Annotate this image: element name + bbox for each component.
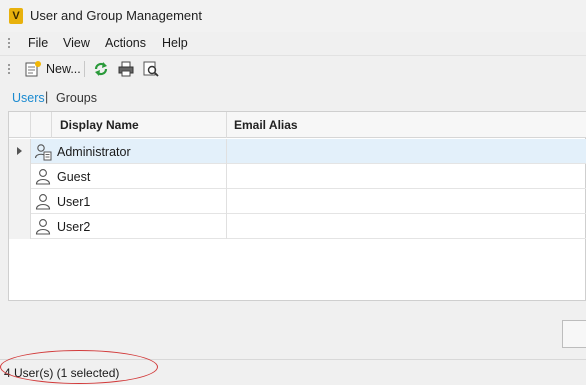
table-row[interactable]: Guest bbox=[9, 164, 586, 189]
table-row[interactable]: User1 bbox=[9, 189, 586, 214]
toolbar-divider bbox=[84, 61, 85, 77]
cell-divider bbox=[226, 164, 227, 189]
print-preview-icon bbox=[143, 61, 159, 77]
dialog-button[interactable] bbox=[562, 320, 586, 348]
table-row[interactable]: User2 bbox=[9, 214, 586, 239]
print-button[interactable] bbox=[117, 59, 135, 79]
grid-header: Display Name Email Alias bbox=[9, 112, 586, 138]
row-display-name: Administrator bbox=[57, 145, 131, 159]
refresh-button[interactable] bbox=[92, 59, 110, 79]
user-icon bbox=[35, 169, 51, 185]
row-display-name: User2 bbox=[57, 220, 91, 234]
row-indicator bbox=[9, 214, 31, 239]
new-button[interactable]: New... bbox=[24, 59, 81, 79]
tab-users[interactable]: Users bbox=[12, 91, 45, 105]
new-icon bbox=[25, 61, 41, 77]
menu-help[interactable]: Help bbox=[162, 36, 188, 50]
users-grid: Display Name Email Alias Administrator G… bbox=[8, 111, 586, 301]
refresh-icon bbox=[94, 62, 108, 76]
title-bar: V User and Group Management bbox=[0, 0, 586, 32]
row-indicator bbox=[9, 139, 31, 164]
tab-groups[interactable]: Groups bbox=[56, 91, 97, 105]
menu-actions[interactable]: Actions bbox=[105, 36, 146, 50]
menu-grip-icon bbox=[8, 38, 10, 48]
user-icon bbox=[35, 219, 51, 235]
table-row[interactable]: Administrator bbox=[9, 139, 586, 164]
window-title: User and Group Management bbox=[30, 8, 202, 23]
icon-column-header bbox=[31, 112, 52, 138]
print-preview-button[interactable] bbox=[142, 59, 160, 79]
print-icon bbox=[118, 61, 134, 77]
toolbar-grip-icon bbox=[8, 64, 10, 74]
toolbar: New... bbox=[0, 55, 586, 81]
row-display-name: User1 bbox=[57, 195, 91, 209]
menu-file[interactable]: File bbox=[28, 36, 48, 50]
tab-separator: | bbox=[45, 90, 49, 104]
new-button-label: New... bbox=[46, 62, 81, 76]
menu-bar: File View Actions Help bbox=[0, 32, 586, 54]
menu-view[interactable]: View bbox=[63, 36, 90, 50]
user-icon bbox=[35, 194, 51, 210]
column-header-email-alias[interactable]: Email Alias bbox=[227, 112, 586, 138]
view-switcher: Users | Groups bbox=[0, 84, 586, 110]
column-header-display-name[interactable]: Display Name bbox=[52, 112, 227, 138]
current-row-arrow-icon bbox=[17, 147, 22, 155]
highlight-annotation bbox=[0, 350, 158, 384]
row-indicator-header bbox=[9, 112, 31, 138]
cell-divider bbox=[226, 189, 227, 214]
row-indicator bbox=[9, 164, 31, 189]
app-logo-icon: V bbox=[9, 8, 23, 24]
row-display-name: Guest bbox=[57, 170, 91, 184]
row-indicator bbox=[9, 189, 31, 214]
admin-user-icon bbox=[34, 144, 52, 161]
cell-divider bbox=[226, 214, 227, 239]
cell-divider bbox=[226, 139, 227, 164]
